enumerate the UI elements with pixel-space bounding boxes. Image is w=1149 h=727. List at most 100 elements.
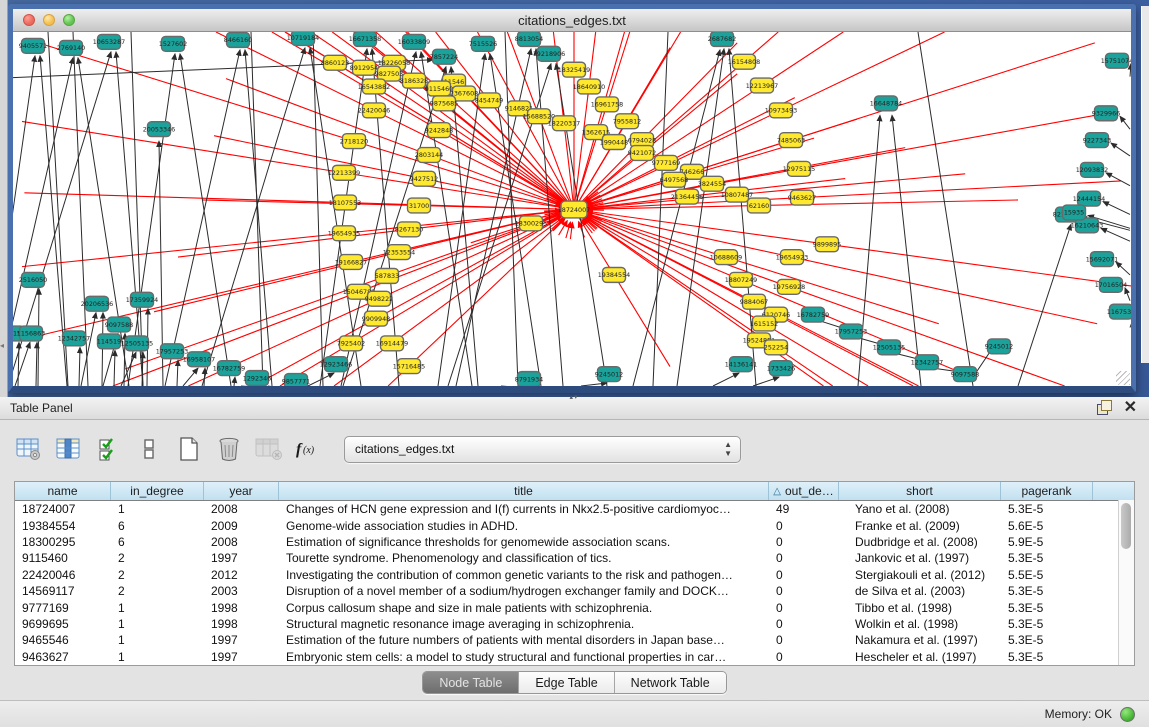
table-cell[interactable]: Stergiakouli et al. (2012) [839, 568, 1001, 582]
tab-network-table[interactable]: Network Table [615, 672, 726, 693]
graph-node[interactable]: 9909948 [362, 311, 390, 326]
table-cell[interactable]: 0 [769, 584, 839, 598]
table-cell[interactable]: Dudbridge et al. (2008) [839, 535, 1001, 549]
graph-node[interactable]: 12213967 [746, 78, 779, 93]
table-cell[interactable]: 0 [769, 535, 839, 549]
graph-node[interactable]: 9884067 [740, 294, 768, 309]
table-cell[interactable]: 5.3E-5 [1001, 601, 1093, 615]
graph-node[interactable]: 10688609 [710, 250, 743, 265]
network-canvas[interactable]: 8860123891295418226058982750381863281154… [13, 32, 1131, 386]
graph-node[interactable]: 16958107 [183, 352, 216, 367]
table-cell[interactable]: Disruption of a novel member of a sodium… [279, 584, 769, 598]
graph-node[interactable]: 9245012 [595, 367, 623, 382]
table-cell[interactable]: 5.9E-5 [1001, 535, 1093, 549]
graph-node[interactable]: 62160 [748, 198, 771, 213]
graph-node[interactable]: 16782759 [797, 307, 830, 322]
graph-node[interactable]: 17016504 [1095, 277, 1128, 292]
table-cell[interactable]: 9463627 [15, 650, 111, 664]
graph-node[interactable]: 1733426 [767, 361, 795, 376]
column-header-pagerank[interactable]: pagerank [1001, 482, 1093, 500]
modify-table-button[interactable] [14, 434, 44, 464]
graph-node[interactable]: 9777169 [652, 155, 680, 170]
table-cell[interactable]: 1997 [204, 633, 279, 647]
close-panel-icon[interactable]: ✕ [1124, 400, 1137, 415]
graph-node[interactable]: 8791934 [515, 372, 543, 386]
graph-node[interactable]: 10973493 [765, 103, 798, 118]
graph-node[interactable]: 14136141 [725, 357, 758, 372]
table-cell[interactable]: 22420046 [15, 568, 111, 582]
graph-node[interactable]: 1615152 [750, 316, 778, 331]
table-cell[interactable]: 9699695 [15, 617, 111, 631]
table-cell[interactable]: 49 [769, 502, 839, 516]
graph-node[interactable]: 8860123 [321, 55, 349, 70]
table-row[interactable]: 977716911998Corpus callosum shape and si… [15, 599, 1134, 615]
table-row[interactable]: 946554611997Estimation of the future num… [15, 632, 1134, 648]
graph-node[interactable]: 18300295 [515, 216, 548, 231]
table-panel-titlebar[interactable]: ▴▾ Table Panel ✕ [0, 397, 1149, 420]
graph-node[interactable]: 16033809 [398, 34, 431, 49]
table-cell[interactable]: Hescheler et al. (1997) [839, 650, 1001, 664]
graph-node[interactable]: 17359924 [126, 292, 159, 307]
table-cell[interactable]: de Silva et al. (2003) [839, 584, 1001, 598]
network-window[interactable]: citations_edges.txt 88601238912954182260… [8, 4, 1136, 393]
graph-node[interactable]: 3824554 [698, 176, 726, 191]
network-window-titlebar[interactable]: citations_edges.txt [13, 9, 1131, 32]
graph-node[interactable]: 18640910 [573, 79, 606, 94]
column-header-short[interactable]: short [839, 482, 1001, 500]
table-cell[interactable]: Changes of HCN gene expression and I(f) … [279, 502, 769, 516]
graph-node[interactable]: 8267130 [395, 222, 423, 237]
table-cell[interactable]: 2 [111, 568, 204, 582]
graph-node[interactable]: 19166827 [335, 255, 368, 270]
table-cell[interactable]: 5.3E-5 [1001, 633, 1093, 647]
table-row[interactable]: 1938455462009Genome-wide association stu… [15, 517, 1134, 533]
graph-node[interactable]: 6497568 [660, 172, 688, 187]
graph-node[interactable]: 9097588 [951, 367, 979, 382]
table-cell[interactable]: 5.3E-5 [1001, 617, 1093, 631]
table-cell[interactable]: 5.3E-5 [1001, 551, 1093, 565]
table-cell[interactable]: Estimation of the future numbers of pati… [279, 633, 769, 647]
table-cell[interactable]: Investigating the contribution of common… [279, 568, 769, 582]
graph-node[interactable]: 7925402 [337, 336, 365, 351]
graph-node[interactable]: 2718120 [340, 134, 368, 149]
graph-node[interactable]: 1527602 [159, 36, 187, 51]
select-rows-button[interactable] [94, 434, 124, 464]
table-cell[interactable]: Tibbo et al. (1998) [839, 601, 1001, 615]
graph-node[interactable]: 16914479 [376, 336, 409, 351]
table-row[interactable]: 1872400712008Changes of HCN gene express… [15, 501, 1134, 517]
window-resize-grip[interactable] [1116, 371, 1130, 385]
table-cell[interactable]: 0 [769, 617, 839, 631]
node-table[interactable]: namein_degreeyeartitle△out_de…shortpager… [14, 481, 1135, 666]
graph-node[interactable]: 7955812 [613, 114, 641, 129]
graph-node[interactable]: 12093832 [1076, 162, 1109, 177]
table-cell[interactable]: 0 [769, 633, 839, 647]
graph-node[interactable]: 16154808 [728, 54, 761, 69]
graph-node[interactable]: 15692071 [1086, 252, 1119, 267]
table-row[interactable]: 1830029562008Estimation of significance … [15, 534, 1134, 550]
row-height-button[interactable] [134, 434, 164, 464]
graph-node[interactable]: 7485063 [777, 133, 805, 148]
graph-node[interactable]: 9857771 [282, 374, 310, 386]
column-header-title[interactable]: title [279, 482, 769, 500]
graph-node[interactable]: 18807249 [725, 272, 758, 287]
graph-node[interactable]: 1292346 [243, 371, 271, 386]
graph-node[interactable]: 587833 [375, 268, 399, 283]
table-cell[interactable]: 1997 [204, 551, 279, 565]
graph-node[interactable]: 12505135 [873, 340, 906, 355]
show-columns-button[interactable] [54, 434, 84, 464]
graph-node[interactable]: 9899895 [813, 237, 841, 252]
table-cell[interactable]: Structural magnetic resonance image aver… [279, 617, 769, 631]
graph-node[interactable]: 7857224 [430, 49, 458, 64]
graph-node[interactable]: 9875685 [430, 96, 458, 111]
table-cell[interactable]: 18300295 [15, 535, 111, 549]
table-cell[interactable]: 2008 [204, 535, 279, 549]
table-cell[interactable]: 18724007 [15, 502, 111, 516]
graph-node[interactable]: 16648784 [870, 96, 903, 111]
graph-node[interactable]: 12342757 [911, 355, 944, 370]
table-row[interactable]: 1456911722003Disruption of a novel membe… [15, 583, 1134, 599]
graph-node[interactable]: 18107553 [329, 195, 362, 210]
table-cell[interactable]: 1 [111, 633, 204, 647]
graph-node[interactable]: 18220317 [548, 116, 581, 131]
table-cell[interactable]: 0 [769, 650, 839, 664]
graph-node[interactable]: 17957253 [835, 324, 868, 339]
table-cell[interactable]: 5.3E-5 [1001, 650, 1093, 664]
